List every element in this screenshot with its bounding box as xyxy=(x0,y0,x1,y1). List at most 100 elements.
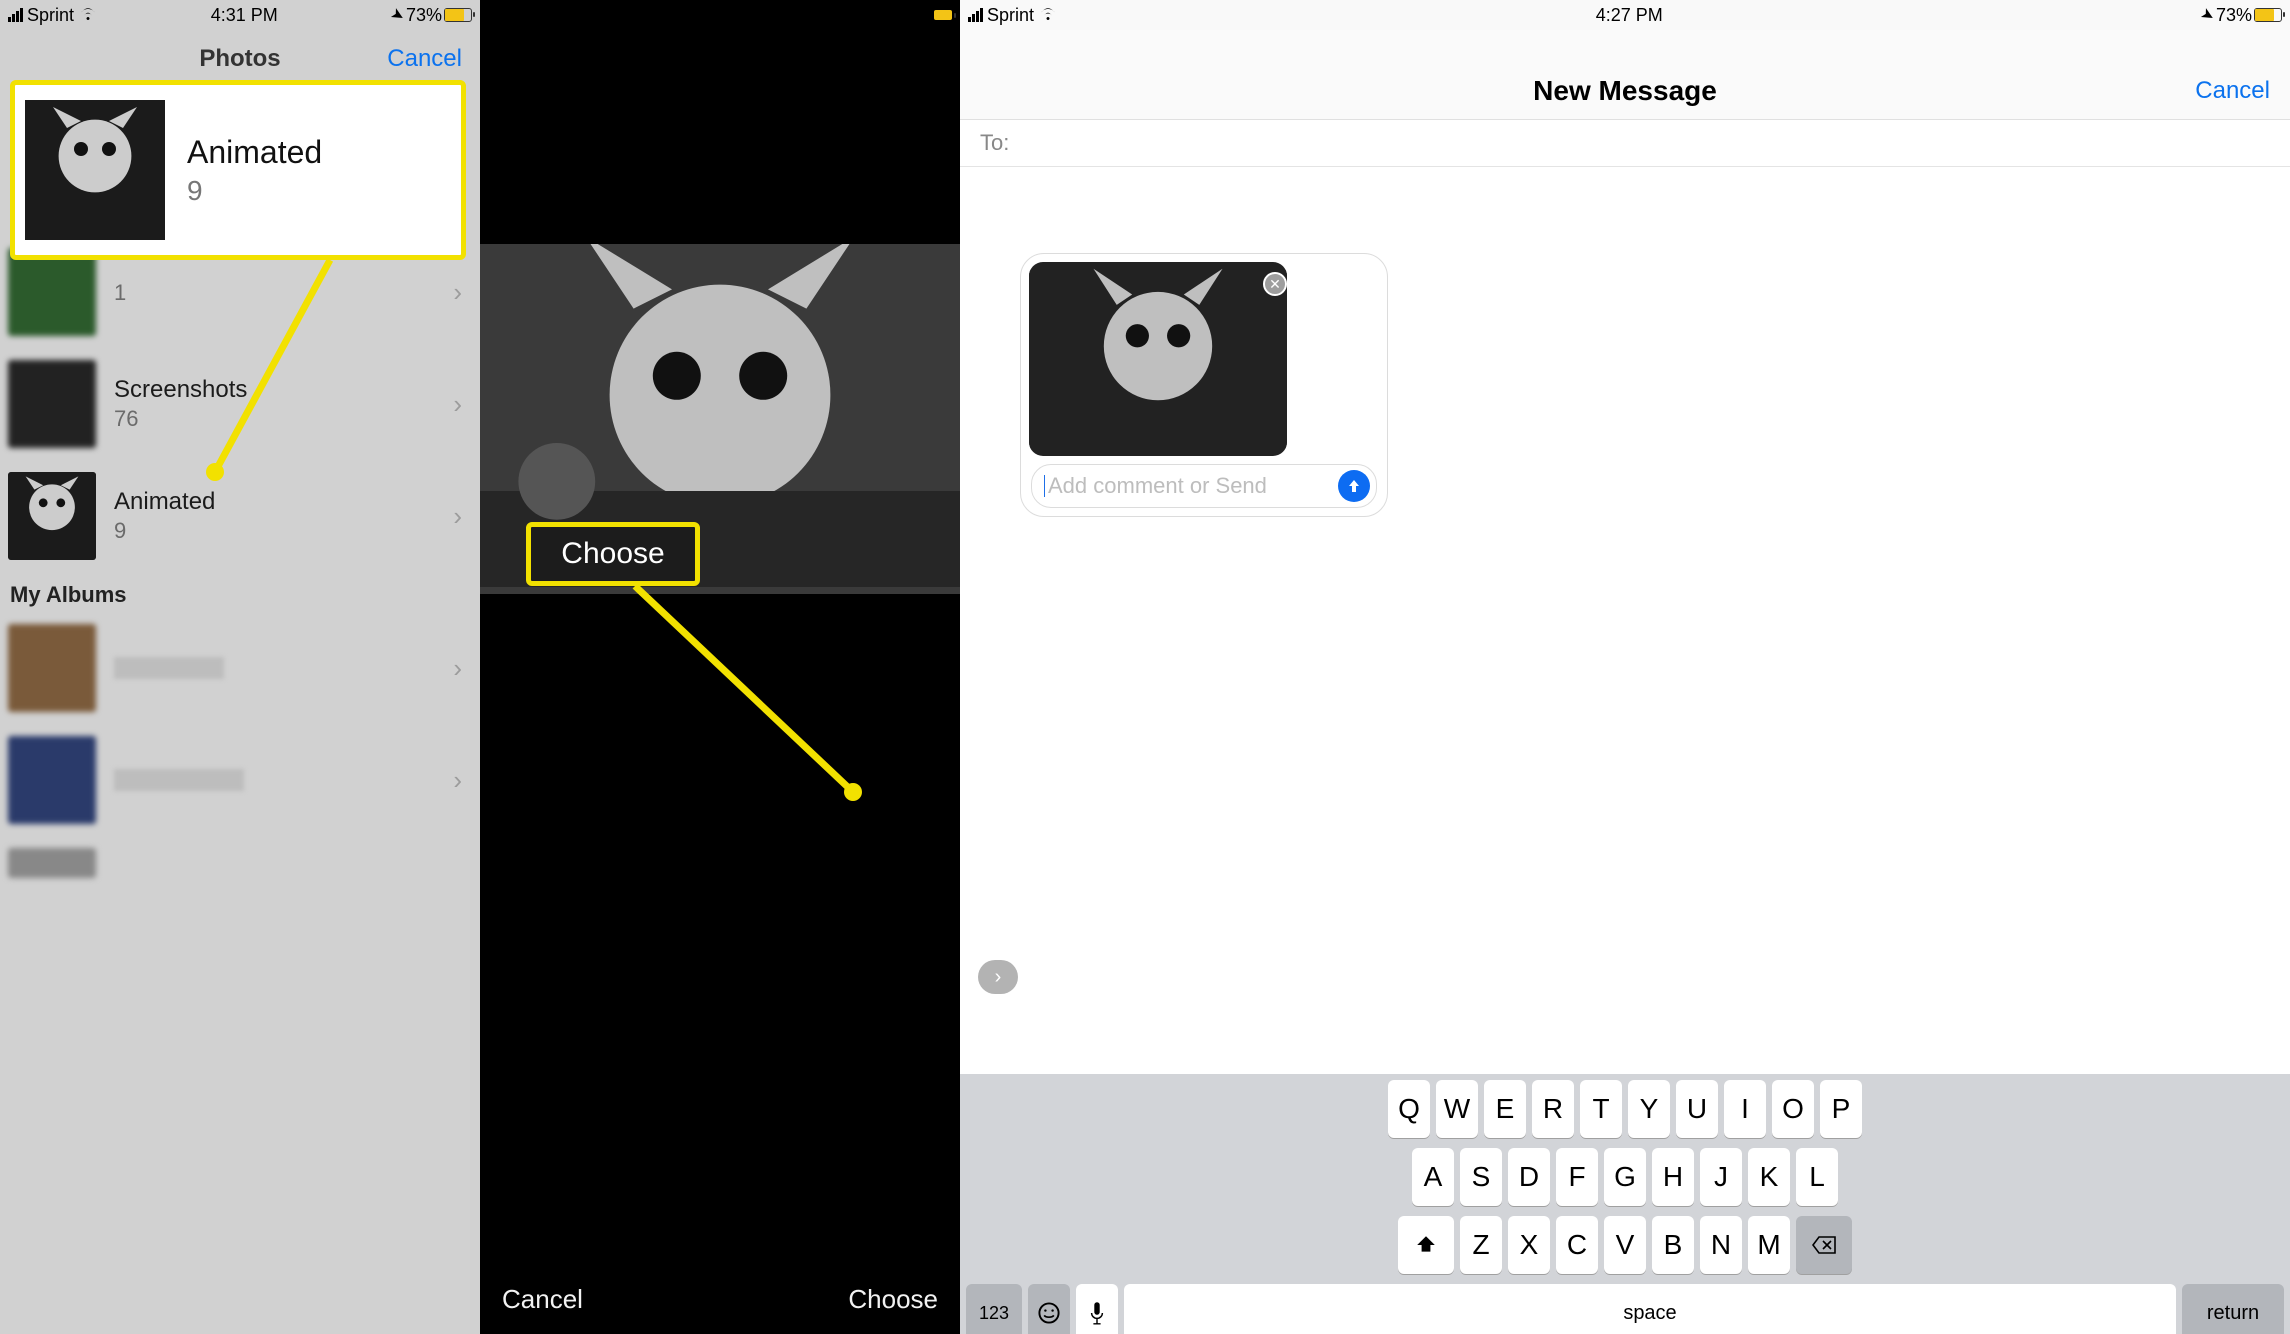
callout-title: Animated xyxy=(187,134,322,171)
battery-pct: 73% xyxy=(406,5,442,26)
send-button[interactable] xyxy=(1338,470,1370,502)
key-b[interactable]: B xyxy=(1652,1216,1694,1274)
key-p[interactable]: P xyxy=(1820,1080,1862,1138)
key-g[interactable]: G xyxy=(1604,1148,1646,1206)
status-bar: Sprint 4:27 PM ➤ 73% xyxy=(960,0,2290,30)
album-count: 1 xyxy=(114,280,126,306)
album-count: 9 xyxy=(114,518,215,544)
key-l[interactable]: L xyxy=(1796,1148,1838,1206)
chevron-right-icon: › xyxy=(453,389,462,420)
album-thumb xyxy=(8,624,96,712)
return-key[interactable]: return xyxy=(2182,1284,2284,1334)
cancel-button[interactable]: Cancel xyxy=(387,45,462,73)
message-header: New Message Cancel xyxy=(960,30,2290,120)
key-s[interactable]: S xyxy=(1460,1148,1502,1206)
key-a[interactable]: A xyxy=(1412,1148,1454,1206)
image-picker-screen: Choose Cancel Choose xyxy=(480,0,960,1334)
battery-icon xyxy=(444,8,472,22)
photos-screen: Sprint 4:31 PM ➤ 73% Photos Cancel 1 › xyxy=(0,0,480,1334)
signal-icon xyxy=(968,8,983,22)
picker-cancel-button[interactable]: Cancel xyxy=(502,1284,583,1315)
key-e[interactable]: E xyxy=(1484,1080,1526,1138)
key-w[interactable]: W xyxy=(1436,1080,1478,1138)
album-row-animated[interactable]: Animated 9 › xyxy=(0,460,480,572)
cancel-button[interactable]: Cancel xyxy=(2195,77,2270,105)
callout-choose: Choose xyxy=(526,522,700,586)
album-title-redacted xyxy=(114,769,244,791)
battery-pct: 73% xyxy=(2216,5,2252,26)
clock-label: 4:31 PM xyxy=(211,5,278,26)
album-list: 1 › Screenshots 76 › Animated 9 › My Alb… xyxy=(0,236,480,878)
location-icon: ➤ xyxy=(2196,3,2218,27)
key-o[interactable]: O xyxy=(1772,1080,1814,1138)
key-u[interactable]: U xyxy=(1676,1080,1718,1138)
key-r[interactable]: R xyxy=(1532,1080,1574,1138)
album-title: Animated xyxy=(114,488,215,516)
album-thumb xyxy=(8,248,96,336)
carrier-label: Sprint xyxy=(987,5,1034,26)
picker-choose-button[interactable]: Choose xyxy=(848,1284,938,1315)
battery-icon xyxy=(934,10,952,20)
album-thumb xyxy=(8,360,96,448)
clock-label: 4:27 PM xyxy=(1596,5,1663,26)
album-thumb xyxy=(8,848,96,878)
chevron-right-icon: › xyxy=(453,277,462,308)
album-row-screenshots[interactable]: Screenshots 76 › xyxy=(0,348,480,460)
new-message-screen: Sprint 4:27 PM ➤ 73% New Message Cancel … xyxy=(960,0,2290,1334)
chevron-right-icon: › xyxy=(453,765,462,796)
callout-dot xyxy=(206,463,224,481)
to-label: To: xyxy=(980,130,1009,155)
key-t[interactable]: T xyxy=(1580,1080,1622,1138)
keyboard: QWERTYUIOP ASDFGHJKL ZXCVBNM 123 space r… xyxy=(960,1074,2290,1334)
key-h[interactable]: H xyxy=(1652,1148,1694,1206)
album-row[interactable]: › xyxy=(0,724,480,836)
callout-dot xyxy=(844,783,862,801)
key-x[interactable]: X xyxy=(1508,1216,1550,1274)
key-j[interactable]: J xyxy=(1700,1148,1742,1206)
status-bar xyxy=(480,0,960,30)
remove-attachment-button[interactable]: ✕ xyxy=(1263,272,1287,296)
message-input[interactable]: Add comment or Send xyxy=(1031,464,1377,508)
album-row[interactable]: › xyxy=(0,612,480,724)
key-z[interactable]: Z xyxy=(1460,1216,1502,1274)
album-thumb xyxy=(8,736,96,824)
signal-icon xyxy=(8,8,23,22)
my-albums-header: My Albums xyxy=(0,572,480,612)
key-d[interactable]: D xyxy=(1508,1148,1550,1206)
attachment-image[interactable] xyxy=(1029,262,1287,456)
expand-apps-button[interactable]: › xyxy=(978,960,1018,994)
wifi-icon xyxy=(1038,5,1058,26)
album-row[interactable] xyxy=(0,836,480,878)
attachment-bubble: ✕ Add comment or Send xyxy=(1020,253,1388,517)
to-field[interactable]: To: xyxy=(960,120,2290,167)
key-v[interactable]: V xyxy=(1604,1216,1646,1274)
chevron-right-icon: › xyxy=(453,653,462,684)
key-q[interactable]: Q xyxy=(1388,1080,1430,1138)
space-key[interactable]: space xyxy=(1124,1284,2176,1334)
wifi-icon xyxy=(78,5,98,26)
key-f[interactable]: F xyxy=(1556,1148,1598,1206)
key-i[interactable]: I xyxy=(1724,1080,1766,1138)
photos-title: Photos xyxy=(199,45,280,73)
location-icon: ➤ xyxy=(386,3,408,27)
album-title-redacted xyxy=(114,657,224,679)
message-title: New Message xyxy=(1533,75,1717,107)
album-title: Screenshots xyxy=(114,376,247,404)
carrier-label: Sprint xyxy=(27,5,74,26)
key-k[interactable]: K xyxy=(1748,1148,1790,1206)
callout-thumb xyxy=(25,100,165,240)
status-bar: Sprint 4:31 PM ➤ 73% xyxy=(0,0,480,30)
backspace-key[interactable] xyxy=(1796,1216,1852,1274)
callout-animated: Animated 9 xyxy=(10,80,466,260)
callout-count: 9 xyxy=(187,175,322,207)
key-m[interactable]: M xyxy=(1748,1216,1790,1274)
numbers-key[interactable]: 123 xyxy=(966,1284,1022,1334)
shift-key[interactable] xyxy=(1398,1216,1454,1274)
key-c[interactable]: C xyxy=(1556,1216,1598,1274)
emoji-key[interactable] xyxy=(1028,1284,1070,1334)
key-n[interactable]: N xyxy=(1700,1216,1742,1274)
dictation-key[interactable] xyxy=(1076,1284,1118,1334)
key-y[interactable]: Y xyxy=(1628,1080,1670,1138)
album-thumb xyxy=(8,472,96,560)
chevron-right-icon: › xyxy=(453,501,462,532)
